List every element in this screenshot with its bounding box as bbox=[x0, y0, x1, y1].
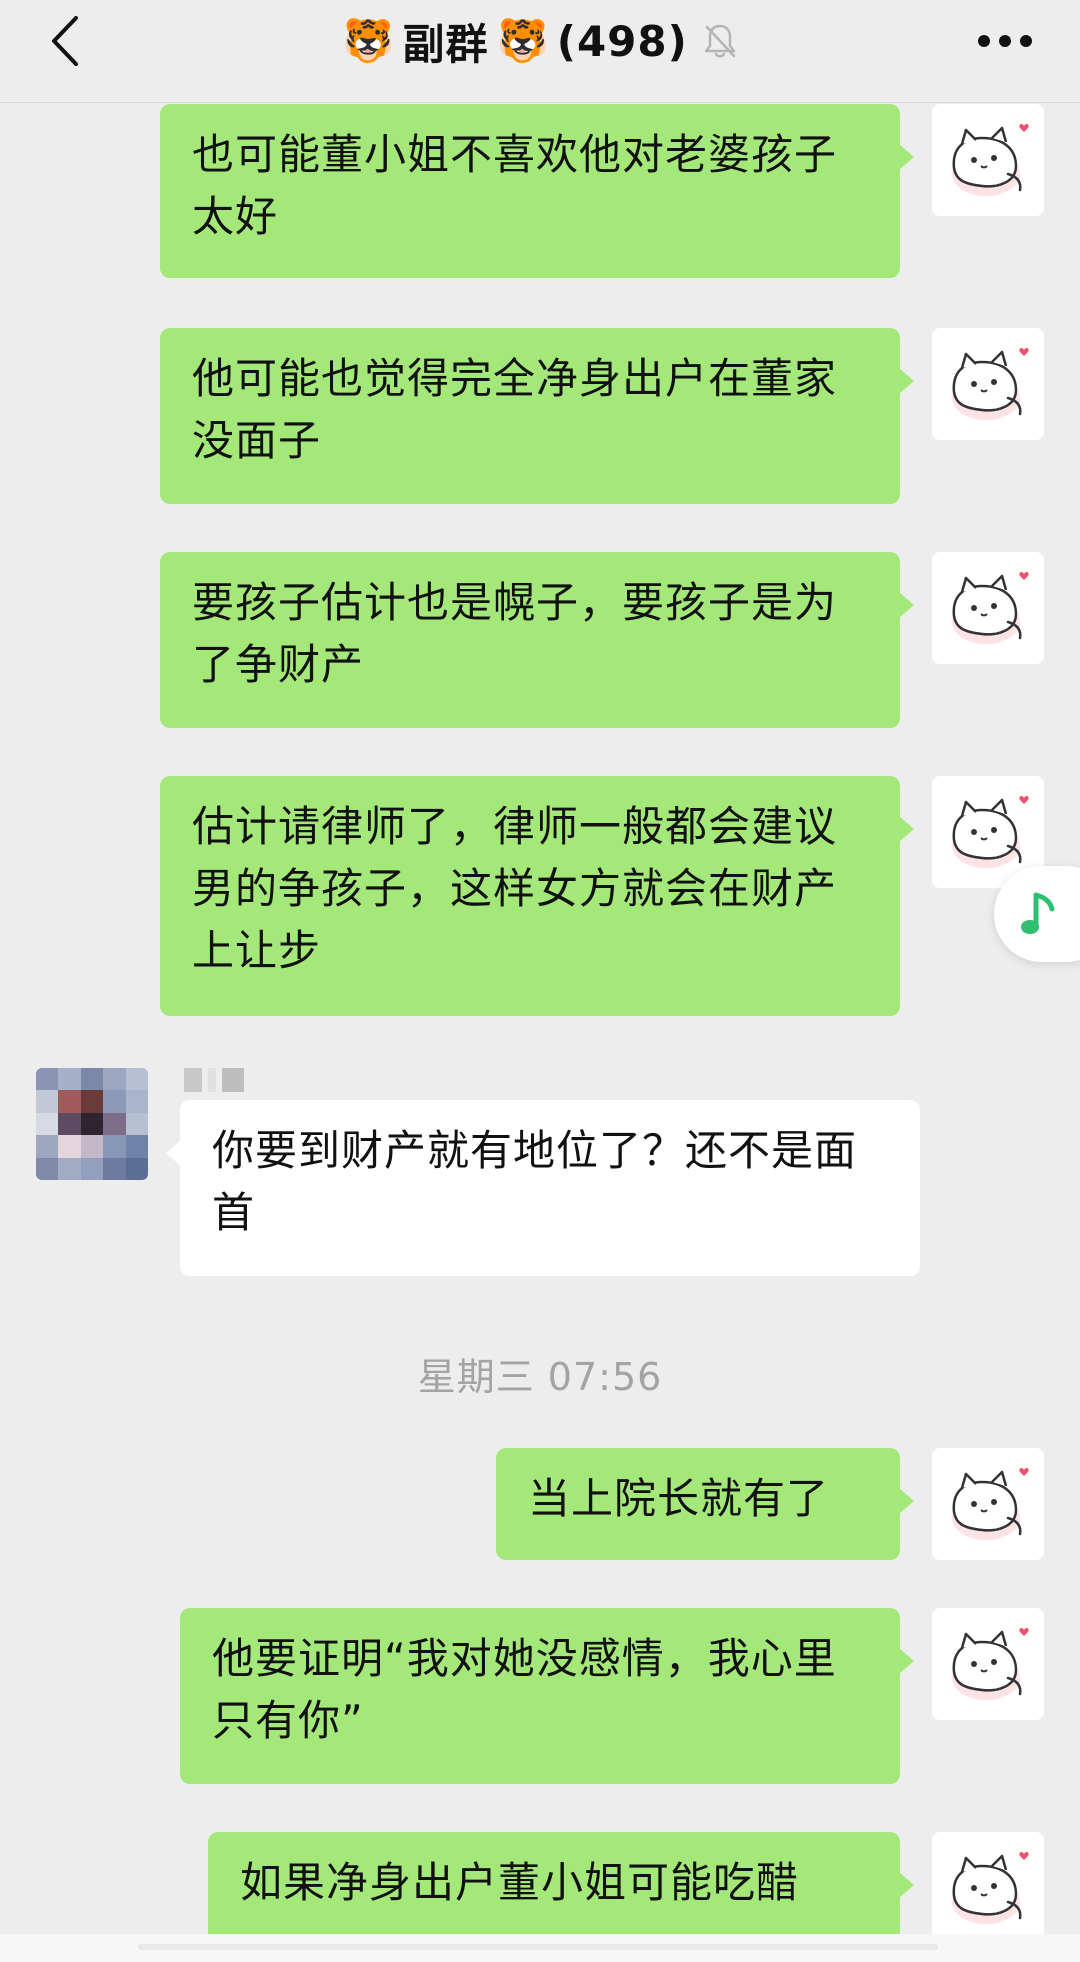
message-bubble-self[interactable]: 他可能也觉得完全净身出户在董家没面子 bbox=[160, 328, 914, 504]
floating-music-button[interactable] bbox=[994, 866, 1080, 962]
self-avatar[interactable] bbox=[932, 1608, 1044, 1720]
self-avatar[interactable] bbox=[932, 104, 1044, 216]
message-bubble-self[interactable]: 也可能董小姐不喜欢他对老婆孩子太好 bbox=[160, 104, 914, 278]
pixelated-avatar[interactable] bbox=[36, 1068, 148, 1180]
sender-name-redacted bbox=[184, 1068, 260, 1092]
self-avatar[interactable] bbox=[932, 552, 1044, 664]
chevron-left-icon bbox=[52, 16, 78, 66]
self-avatar[interactable] bbox=[932, 1832, 1044, 1944]
chat-screen: 🐯 副群 🐯 (498) 也可能董小姐不喜欢他对老婆孩子太好 他可能也觉得完全净… bbox=[0, 0, 1080, 1962]
back-button[interactable] bbox=[30, 0, 100, 82]
bell-off-icon bbox=[702, 21, 738, 61]
chat-header: 🐯 副群 🐯 (498) bbox=[0, 0, 1080, 103]
tiger-emoji-right: 🐯 bbox=[496, 16, 549, 65]
message-bubble-self[interactable]: 当上院长就有了 bbox=[496, 1448, 914, 1560]
message-bubble-self[interactable]: 如果净身出户董小姐可能吃醋 bbox=[208, 1832, 914, 1944]
group-name: 副群 bbox=[402, 19, 489, 69]
cat-sticker-avatar-icon bbox=[952, 123, 1029, 196]
message-bubble-self[interactable]: 要孩子估计也是幌子，要孩子是为了争财产 bbox=[160, 552, 914, 728]
bottom-edge bbox=[0, 1934, 1080, 1962]
more-button[interactable] bbox=[970, 0, 1040, 82]
music-note-icon bbox=[1021, 892, 1055, 934]
self-avatar[interactable] bbox=[932, 1448, 1044, 1560]
message-bubble-self[interactable]: 他要证明“我对她没感情，我心里只有你” bbox=[180, 1608, 914, 1784]
chat-title[interactable]: 🐯 副群 🐯 (498) bbox=[200, 0, 880, 82]
message-bubble-self[interactable]: 估计请律师了，律师一般都会建议男的争孩子，这样女方就会在财产上让步 bbox=[160, 776, 914, 1016]
tiger-emoji-left: 🐯 bbox=[342, 16, 395, 65]
cat-sticker-avatar-icon bbox=[952, 571, 1029, 644]
self-avatar[interactable] bbox=[932, 328, 1044, 440]
cat-sticker-avatar-icon bbox=[952, 1467, 1029, 1540]
more-dots-icon bbox=[978, 35, 1032, 47]
member-count: (498) bbox=[556, 16, 688, 66]
message-bubble-other[interactable]: 你要到财产就有地位了？还不是面首 bbox=[166, 1100, 920, 1276]
cat-sticker-avatar-icon bbox=[952, 1627, 1029, 1700]
message-timestamp: 星期三 07:56 bbox=[417, 1355, 663, 1399]
bottom-divider bbox=[138, 1944, 938, 1950]
cat-sticker-avatar-icon bbox=[952, 347, 1029, 420]
cat-sticker-avatar-icon bbox=[952, 1851, 1029, 1924]
